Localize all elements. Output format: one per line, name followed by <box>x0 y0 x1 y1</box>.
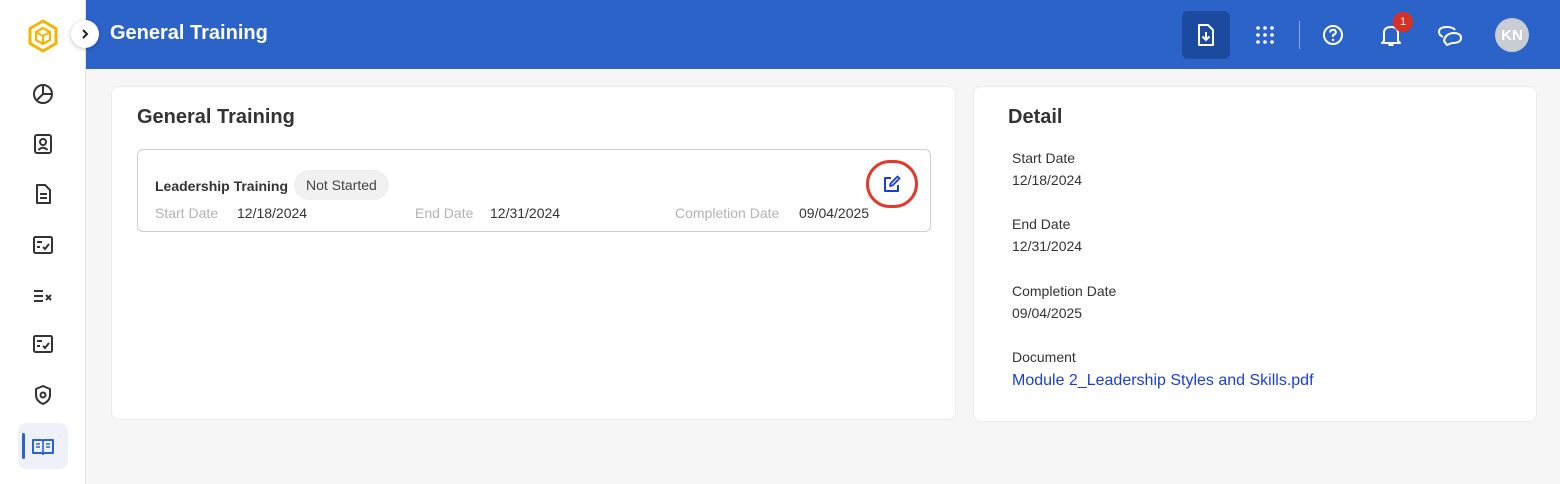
document-icon <box>36 184 51 204</box>
sidebar-item-reviews[interactable] <box>18 321 68 367</box>
edit-icon <box>884 175 901 192</box>
chat-icon <box>1437 25 1462 46</box>
training-list-card: General Training Leadership Training Not… <box>111 86 956 420</box>
profile-card-icon <box>34 134 52 154</box>
sidebar-item-training[interactable] <box>18 423 68 469</box>
task-list-icon <box>34 290 52 302</box>
app-logo-icon[interactable] <box>27 19 59 53</box>
detail-end-date-value: 12/31/2024 <box>1012 238 1083 254</box>
sidebar-item-dashboard[interactable] <box>18 71 68 117</box>
training-detail-card: Detail Start Date 12/18/2024 End Date 12… <box>973 86 1537 422</box>
help-icon <box>1323 25 1343 45</box>
detail-title: Detail <box>1008 106 1063 128</box>
security-shield-icon <box>35 385 51 405</box>
apps-grid-button[interactable] <box>1241 11 1289 59</box>
training-item[interactable]: Leadership Training Not Started Start Da… <box>137 149 931 232</box>
detail-end-date-label: End Date <box>1012 216 1071 232</box>
apps-grid-icon <box>1256 26 1274 44</box>
dashboard-pie-icon <box>33 84 53 104</box>
notification-badge: 1 <box>1393 12 1413 32</box>
detail-completion-date-value: 09/04/2025 <box>1012 305 1083 321</box>
start-date-label: Start Date <box>155 205 219 221</box>
training-name: Leadership Training <box>155 178 289 194</box>
sidebar-item-profile[interactable] <box>18 121 68 167</box>
sidebar-item-tasks[interactable] <box>18 272 68 318</box>
help-button[interactable] <box>1309 11 1357 59</box>
review-checklist-icon <box>33 335 53 353</box>
sidebar-expand-button[interactable] <box>71 20 99 48</box>
chevron-right-icon <box>82 29 89 39</box>
end-date-value: 12/31/2024 <box>490 205 561 221</box>
chat-button[interactable] <box>1426 11 1474 59</box>
sidebar-item-security[interactable] <box>18 372 68 418</box>
top-header: General Training 1 KN <box>86 0 1560 69</box>
header-title: General Training <box>110 22 268 44</box>
detail-start-date-label: Start Date <box>1012 150 1076 166</box>
sidebar-item-checklist[interactable] <box>18 222 68 268</box>
sidebar-item-documents[interactable] <box>18 171 68 217</box>
detail-document-label: Document <box>1012 349 1076 365</box>
sidebar <box>0 0 86 484</box>
document-link[interactable]: Module 2_Leadership Styles and Skills.pd… <box>1012 372 1314 390</box>
start-date-value: 12/18/2024 <box>237 205 308 221</box>
detail-start-date-value: 12/18/2024 <box>1012 172 1083 188</box>
completion-date-label: Completion Date <box>675 205 780 221</box>
detail-completion-date-label: Completion Date <box>1012 283 1117 299</box>
end-date-label: End Date <box>415 205 474 221</box>
card-title: General Training <box>137 106 295 128</box>
header-separator <box>1299 21 1300 49</box>
download-document-button[interactable] <box>1182 11 1230 59</box>
user-avatar[interactable]: KN <box>1495 18 1529 52</box>
edit-training-button[interactable] <box>866 160 918 208</box>
training-book-icon <box>32 439 54 455</box>
status-badge: Not Started <box>294 170 389 200</box>
checklist-icon <box>33 236 53 254</box>
download-document-icon <box>1198 24 1214 46</box>
completion-date-value: 09/04/2025 <box>799 205 870 221</box>
